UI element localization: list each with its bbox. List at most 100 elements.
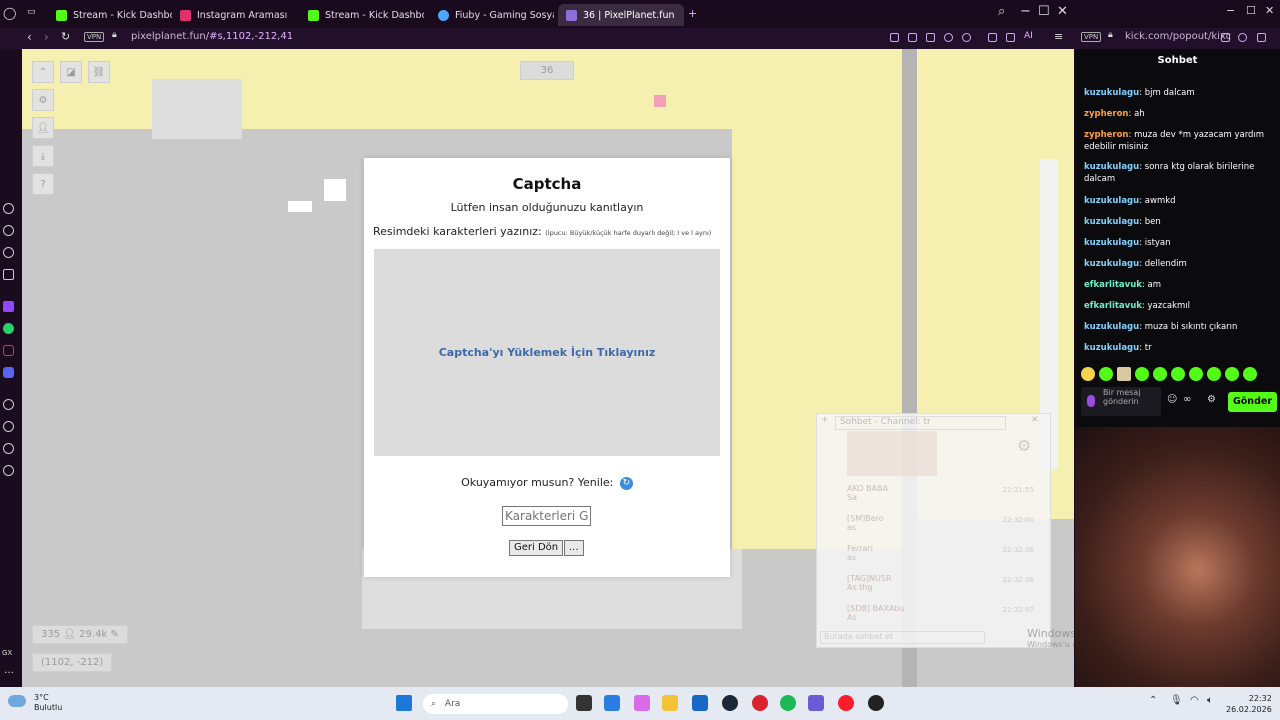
user-button[interactable]: 👤︎ [32,117,54,139]
emote-icon[interactable] [1081,367,1095,381]
canvas-chat-input[interactable]: Burada sohbet et [820,631,985,644]
lock-icon[interactable]: 🔒︎ [1108,30,1113,40]
search-tabs-icon[interactable]: ⌕ [998,4,1005,19]
close-icon[interactable]: ✕ [1057,4,1068,19]
link-button[interactable]: ⛓ [88,61,110,83]
spotify-icon[interactable] [780,695,796,711]
extension-icon[interactable] [890,33,899,42]
tab-kick-dashboard-1[interactable]: Stream - Kick Dashboard [48,4,172,26]
back-button[interactable]: Geri Dön [509,540,564,556]
emote-icon[interactable] [1153,367,1167,381]
obs-icon[interactable] [868,695,884,711]
clock-icon[interactable] [3,421,14,432]
download-icon[interactable] [1006,33,1015,42]
chat-username[interactable]: efkarlitavuk [1084,280,1142,290]
gx-icon[interactable]: GX [2,649,12,657]
discord-icon[interactable] [3,367,14,378]
opera-logo-icon[interactable]: ◯ [3,6,16,20]
emote-icon[interactable] [1189,367,1203,381]
chevron-up-icon[interactable]: ⌃ [1149,695,1157,706]
help-button[interactable]: ? [32,173,54,195]
tab-kick-dashboard-2[interactable]: Stream - Kick Dashboard [300,4,424,26]
load-captcha-link[interactable]: Captcha'yı Yüklemek İçin Tıklayınız [439,346,656,359]
emote-icon[interactable] [1135,367,1149,381]
emote-icon[interactable] [1243,367,1257,381]
captcha-image-area[interactable]: Captcha'yı Yüklemek İçin Tıklayınız [374,249,720,456]
stream-video[interactable] [1075,427,1280,687]
tab-instagram[interactable]: Instagram Araması [172,4,296,26]
pinboard-icon[interactable] [3,247,14,258]
extensions-icon[interactable] [3,443,14,454]
workspaces-icon[interactable]: ▭ [27,7,36,17]
close-icon[interactable]: ✕ [1031,415,1039,425]
menu-icon[interactable]: ≡ [1054,30,1063,43]
microphone-icon[interactable]: 🎙︎ [1170,695,1183,706]
captcha-input[interactable] [502,506,591,526]
shield-icon[interactable] [1221,33,1230,42]
emote-icon[interactable] [1225,367,1239,381]
emoji-icon[interactable]: ☺ [1167,394,1177,405]
add-icon[interactable]: + [821,415,829,425]
app-icon[interactable] [752,695,768,711]
emote-icon[interactable] [1207,367,1221,381]
gear-icon[interactable]: ⚙ [1207,394,1216,405]
popout-minimize-icon[interactable]: − [1226,4,1235,17]
taskbar-search[interactable]: ⌕ Ara [423,694,568,714]
settings-button[interactable]: ⚙ [32,89,54,111]
download-button[interactable]: ⤓ [32,145,54,167]
chat-username[interactable]: efkarlitavuk [1084,301,1142,311]
aria-ai-button[interactable]: AI [1024,31,1033,41]
more-icon[interactable]: … [4,665,14,676]
new-tab-icon[interactable]: + [688,7,697,20]
chat-username[interactable]: zypheron [1084,109,1128,119]
back-icon[interactable]: ‹ [27,30,32,44]
lock-icon[interactable]: 🔒︎ [112,30,117,40]
reload-icon[interactable]: ↻ [61,30,70,43]
emote-icon[interactable] [1117,367,1131,381]
volume-icon[interactable]: 🔈︎ [1207,695,1213,706]
file-explorer-icon[interactable] [662,695,678,711]
chat-username[interactable]: kuzukulagu [1084,322,1139,332]
forward-icon[interactable]: › [44,30,49,44]
task-view-icon[interactable] [576,695,592,711]
tab-fiuby[interactable]: Fiuby - Gaming Sosyal Me [430,4,554,26]
heart-icon[interactable] [962,33,971,42]
gear-icon[interactable]: ⚙ [1017,436,1031,455]
instagram-icon[interactable] [3,345,14,356]
chat-username[interactable]: kuzukulagu [1084,88,1139,98]
more-button[interactable]: ... [564,540,584,556]
shield-icon[interactable] [926,33,935,42]
start-icon[interactable] [396,695,412,711]
canvas-select-button[interactable]: ◪ [60,61,82,83]
settings-icon[interactable] [3,465,14,476]
tab-pixelplanet[interactable]: 36 | PixelPlanet.fun [558,4,684,26]
twitch-icon[interactable] [3,301,14,312]
copilot-icon[interactable] [634,695,650,711]
refresh-icon[interactable]: ↻ [619,476,633,490]
canvas-chat-window[interactable]: + Sohbet - Channel: tr ✕ ⚙ AKO BABA Sa 22… [816,413,1051,648]
chat-username[interactable]: kuzukulagu [1084,162,1139,172]
opera-icon[interactable] [838,695,854,711]
vpn-badge[interactable]: VPN [1081,32,1102,42]
microphone-icon[interactable] [1087,395,1095,407]
chat-username[interactable]: kuzukulagu [1084,259,1139,269]
history-icon[interactable] [3,203,14,214]
chat-username[interactable]: kuzukulagu [1084,196,1139,206]
messenger-icon[interactable] [3,269,14,280]
chat-message-input[interactable]: Bir mesaj gönderin [1081,387,1161,416]
steam-icon[interactable] [722,695,738,711]
popout-maximize-icon[interactable]: ☐ [1246,4,1256,17]
player-icon[interactable] [3,399,14,410]
emote-icon[interactable] [1171,367,1185,381]
chat-channel-title[interactable]: Sohbet - Channel: tr [835,416,1006,430]
taskbar-clock[interactable]: 22:32 26.02.2026 [1226,693,1272,715]
chat-username[interactable]: kuzukulagu [1084,217,1139,227]
popout-close-icon[interactable]: ✕ [1265,4,1274,17]
profile-icon[interactable] [988,33,997,42]
maximize-icon[interactable]: ☐ [1038,4,1050,19]
chat-username[interactable]: zypheron [1084,130,1128,140]
chat-username[interactable]: kuzukulagu [1084,343,1139,353]
screenshot-icon[interactable] [908,33,917,42]
emote-icon[interactable] [1099,367,1113,381]
wifi-icon[interactable]: ◠ [1190,695,1199,706]
